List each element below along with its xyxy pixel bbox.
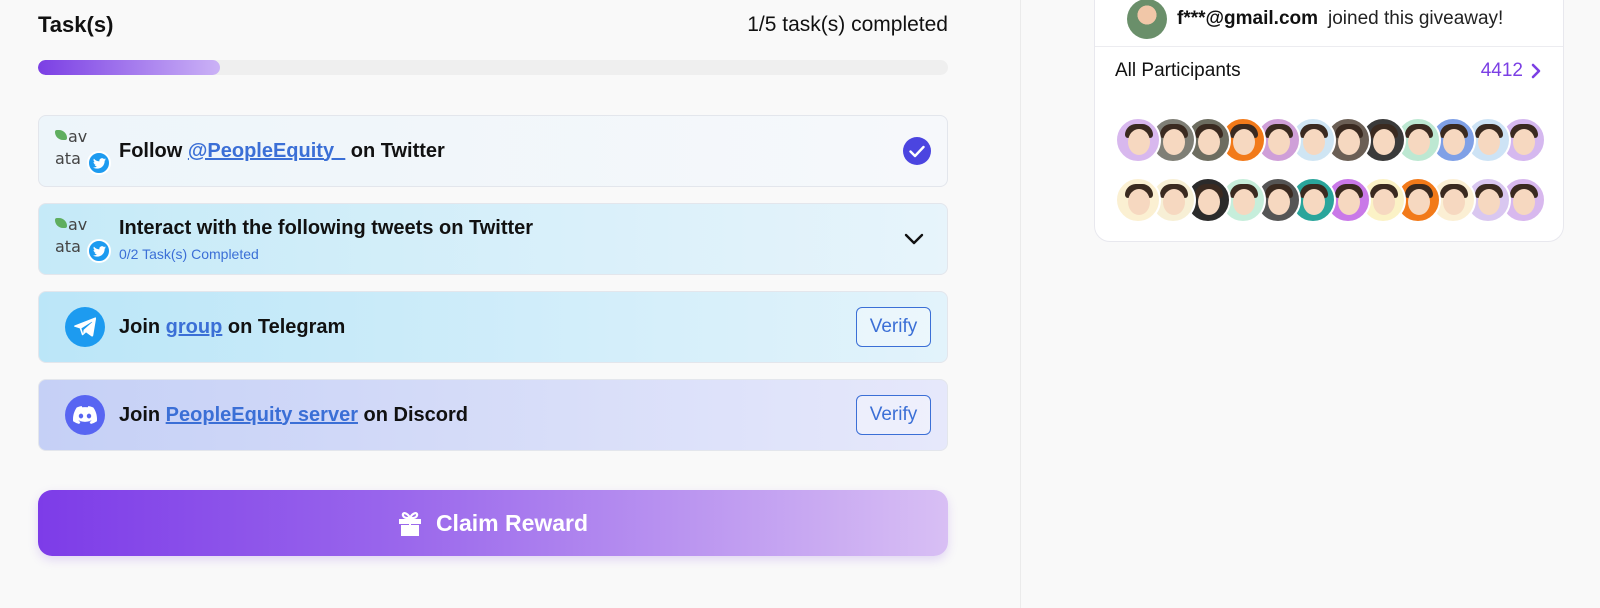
participants-count-link[interactable]: 4412 bbox=[1481, 60, 1541, 82]
twitter-handle-link[interactable]: @PeopleEquity_ bbox=[188, 140, 345, 162]
task-label: Interact with the following tweets on Tw… bbox=[119, 216, 534, 239]
all-participants-label: All Participants bbox=[1115, 60, 1241, 81]
tasks-section: Task(s) 1/5 task(s) completed av ata Foll… bbox=[38, 0, 948, 608]
joined-email: f***@gmail.com bbox=[1177, 8, 1319, 29]
column-divider bbox=[1020, 0, 1021, 608]
task-label: Follow @PeopleEquity_ on Twitter bbox=[119, 139, 445, 162]
participant-avatars-row bbox=[1115, 117, 1555, 163]
recent-join-row: f***@gmail.com joined this giveaway! bbox=[1127, 0, 1543, 39]
participants-count: 4412 bbox=[1480, 60, 1523, 81]
participants-card: f***@gmail.com joined this giveaway! All… bbox=[1094, 0, 1564, 242]
verify-telegram-button[interactable]: Verify bbox=[856, 307, 931, 347]
task-join-telegram: Join group on Telegram Verify bbox=[38, 291, 948, 363]
task-label: Join group on Telegram bbox=[119, 315, 346, 338]
task-subprogress: 0/2 Task(s) Completed bbox=[119, 245, 259, 262]
all-participants-row: All Participants 4412 bbox=[1115, 51, 1541, 91]
verify-discord-button[interactable]: Verify bbox=[856, 395, 931, 435]
chevron-down-icon[interactable] bbox=[901, 226, 927, 252]
discord-icon bbox=[65, 395, 105, 435]
chevron-right-icon bbox=[1531, 63, 1541, 79]
twitter-icon bbox=[87, 151, 111, 175]
participant-avatar bbox=[1115, 117, 1161, 163]
task-interact-tweets[interactable]: av ata Interact with the following tweets… bbox=[38, 203, 948, 275]
task-avatar: av ata bbox=[55, 126, 111, 176]
avatar bbox=[1127, 0, 1167, 39]
divider bbox=[1095, 46, 1563, 47]
participant-avatars-row bbox=[1115, 177, 1555, 223]
joined-text: joined this giveaway! bbox=[1328, 8, 1504, 29]
telegram-group-link[interactable]: group bbox=[166, 316, 223, 338]
participant-avatar bbox=[1115, 177, 1161, 223]
task-join-discord: Join PeopleEquity server on Discord Veri… bbox=[38, 379, 948, 451]
claim-reward-label: Claim Reward bbox=[435, 509, 589, 536]
task-avatar: av ata bbox=[55, 214, 111, 264]
twitter-icon bbox=[87, 239, 111, 263]
task-label: Join PeopleEquity server on Discord bbox=[119, 403, 468, 426]
telegram-icon bbox=[65, 307, 105, 347]
tasks-header: Task(s) 1/5 task(s) completed bbox=[38, 10, 948, 40]
task-completed-check-icon bbox=[903, 137, 931, 165]
tasks-progress-bar bbox=[38, 60, 948, 75]
tasks-title: Task(s) bbox=[38, 12, 114, 37]
tasks-progress-text: 1/5 task(s) completed bbox=[747, 13, 948, 36]
gift-icon bbox=[398, 512, 421, 536]
discord-server-link[interactable]: PeopleEquity server bbox=[166, 404, 358, 426]
task-follow-twitter[interactable]: av ata Follow @PeopleEquity_ on Twitter bbox=[38, 115, 948, 187]
claim-reward-button[interactable]: Claim Reward bbox=[38, 490, 948, 556]
tasks-progress-fill bbox=[38, 60, 220, 75]
